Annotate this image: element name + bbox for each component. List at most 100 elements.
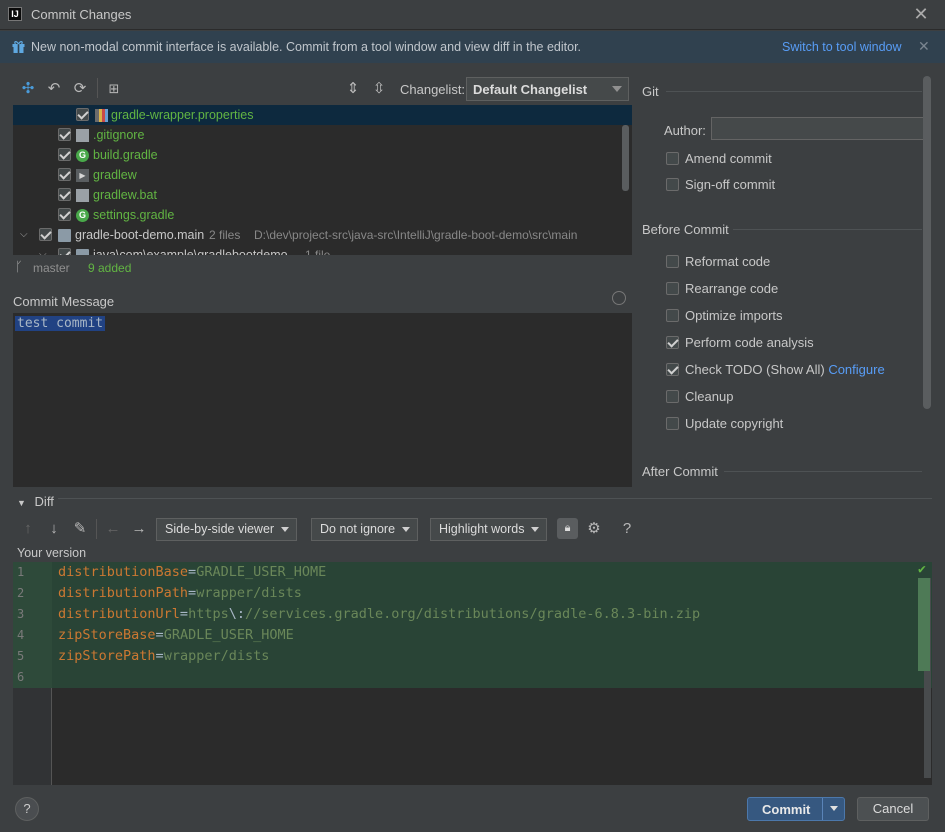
split-divider — [822, 798, 823, 820]
file-checkbox[interactable] — [58, 168, 71, 181]
tree-row[interactable]: ⌵ gradle-boot-demo.main 2 files D:\dev\p… — [13, 225, 632, 245]
checkbox[interactable] — [666, 152, 679, 165]
edit-source-icon[interactable]: ✎ — [71, 520, 89, 538]
commit-message-text: test commit — [15, 316, 106, 331]
checkbox[interactable] — [666, 363, 679, 376]
file-name: gradlew.bat — [93, 188, 157, 202]
file-name: gradlew — [93, 168, 137, 182]
chevron-down-icon[interactable]: ⌵ — [20, 225, 28, 245]
author-label: Author: — [664, 123, 706, 138]
author-input[interactable] — [711, 117, 927, 140]
gift-icon — [12, 41, 25, 53]
checkbox[interactable] — [666, 178, 679, 191]
commit-button[interactable]: Commit — [747, 797, 845, 821]
chevron-down-icon — [402, 527, 411, 532]
checkbox[interactable] — [666, 282, 679, 295]
commit-message-editor[interactable]: test commit — [13, 313, 632, 487]
tree-row[interactable]: ⌵ java\com\example\gradlebootdemo 1 file — [13, 245, 632, 255]
intellij-logo-icon: IJ — [8, 7, 22, 21]
line-number: 6 — [17, 670, 25, 684]
gear-icon[interactable]: ⚙ — [585, 520, 603, 538]
show-diff-icon[interactable]: ✣ — [19, 80, 37, 98]
chevron-down-icon — [281, 527, 290, 532]
code-line: distributionUrl=https\://services.gradle… — [58, 606, 701, 622]
next-difference-icon[interactable]: ↓ — [45, 520, 63, 538]
folder-file-count: 1 file — [305, 248, 331, 255]
highlight-dropdown[interactable]: Highlight words — [430, 518, 548, 541]
option-label: Optimize imports — [685, 308, 783, 323]
file-checkbox[interactable] — [58, 208, 71, 221]
module-name: gradle-boot-demo.main — [75, 228, 205, 242]
file-checkbox[interactable] — [58, 148, 71, 161]
gradle-file-icon: G — [76, 149, 89, 162]
changelist-value: Default Changelist — [473, 82, 588, 97]
help-button[interactable]: ? — [15, 797, 39, 821]
line-number: 4 — [17, 628, 25, 642]
tree-scrollbar[interactable] — [622, 125, 629, 191]
diff-section-toggle[interactable]: ▼ Diff — [17, 494, 54, 509]
ignore-value: Do not ignore — [320, 522, 396, 536]
notification-banner: New non-modal commit interface is availa… — [0, 31, 945, 63]
before-commit-title: Before Commit — [642, 222, 729, 237]
folder-checkbox[interactable] — [58, 248, 71, 255]
tree-row[interactable]: .gitignore — [13, 125, 632, 145]
previous-difference-icon[interactable]: ↑ — [19, 520, 37, 538]
code-line: zipStorePath=wrapper/dists — [58, 648, 270, 664]
change-marker — [918, 578, 930, 671]
tree-row[interactable]: G settings.gradle — [13, 205, 632, 225]
expand-all-icon[interactable]: ⇕ — [344, 80, 362, 98]
tree-row[interactable]: G build.gradle — [13, 145, 632, 165]
configure-link[interactable]: Configure — [828, 362, 884, 377]
checkbox[interactable] — [666, 255, 679, 268]
tree-row[interactable]: ▶ gradlew — [13, 165, 632, 185]
checkbox[interactable] — [666, 417, 679, 430]
group-by-icon[interactable]: ⊞ — [105, 80, 123, 98]
collapse-all-icon[interactable]: ⇳ — [370, 80, 388, 98]
close-icon[interactable]: ✕ — [913, 4, 929, 24]
refresh-icon[interactable]: ⟳ — [71, 80, 89, 98]
file-checkbox[interactable] — [58, 188, 71, 201]
module-checkbox[interactable] — [39, 228, 52, 241]
added-lines-highlight — [13, 562, 932, 688]
after-commit-title: After Commit — [642, 464, 718, 479]
file-checkbox[interactable] — [58, 128, 71, 141]
file-name: .gitignore — [93, 128, 145, 142]
added-count: 9 added — [88, 261, 132, 275]
checkbox[interactable] — [666, 390, 679, 403]
previous-file-icon[interactable]: ← — [104, 520, 122, 538]
cancel-button[interactable]: Cancel — [857, 797, 929, 821]
chevron-down-icon[interactable] — [830, 806, 838, 811]
git-section-title: Git — [642, 84, 659, 99]
tree-row[interactable]: gradlew.bat — [13, 185, 632, 205]
text-file-icon — [76, 129, 89, 142]
title-bar: IJ Commit Changes ✕ — [0, 0, 945, 30]
line-number: 1 — [17, 565, 25, 579]
message-history-icon[interactable] — [612, 291, 626, 305]
code-line: zipStoreBase=GRADLE_USER_HOME — [58, 627, 294, 643]
next-file-icon[interactable]: → — [130, 520, 148, 538]
line-number: 5 — [17, 649, 25, 663]
switch-to-tool-window-link[interactable]: Switch to tool window — [782, 40, 902, 54]
checkbox[interactable] — [666, 336, 679, 349]
toolbar-divider — [96, 519, 97, 539]
changelist-dropdown[interactable]: Default Changelist — [466, 77, 629, 101]
ignore-whitespace-dropdown[interactable]: Do not ignore — [311, 518, 419, 541]
option-label: Amend commit — [685, 151, 772, 166]
viewer-dropdown[interactable]: Side-by-side viewer — [156, 518, 298, 541]
help-icon[interactable]: ? — [618, 520, 636, 538]
rollback-icon[interactable]: ↶ — [45, 80, 63, 98]
lock-icon[interactable]: 🔒︎ — [557, 518, 578, 539]
checkbox[interactable] — [666, 309, 679, 322]
file-checkbox[interactable] — [76, 108, 89, 121]
commit-message-label: Commit Message — [13, 294, 115, 309]
chevron-down-icon[interactable]: ⌵ — [39, 245, 47, 255]
tree-row[interactable]: gradle-wrapper.properties — [13, 105, 632, 125]
options-scrollbar[interactable] — [923, 76, 931, 409]
diff-editor[interactable]: 1 distributionBase=GRADLE_USER_HOME 2 di… — [13, 562, 932, 785]
folder-icon — [76, 249, 89, 255]
branch-name[interactable]: master — [33, 261, 70, 275]
changelist-label: Changelist: — [400, 82, 466, 97]
section-divider — [58, 498, 932, 499]
banner-close-icon[interactable]: ✕ — [918, 38, 930, 55]
folder-name: java\com\example\gradlebootdemo — [93, 248, 288, 255]
